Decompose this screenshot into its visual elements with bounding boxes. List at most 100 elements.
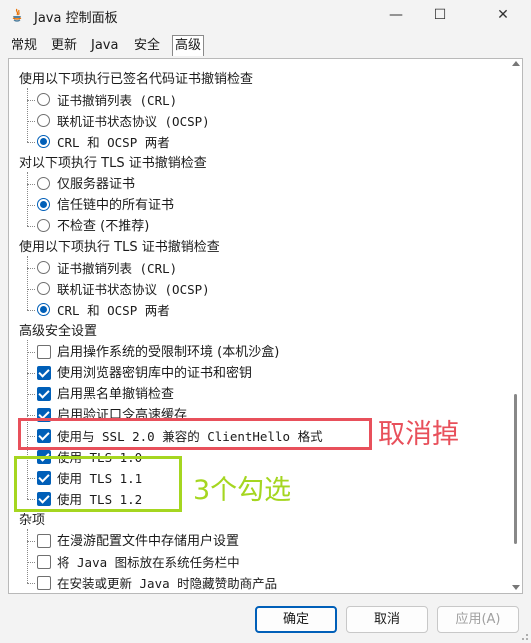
annotation-remove-text: 取消掉 xyxy=(378,419,459,450)
tree-connector xyxy=(27,352,35,353)
annotation-three-checked-text: 3个勾选 xyxy=(193,475,292,506)
group-header-label: 杂项 xyxy=(19,513,46,528)
checkbox[interactable] xyxy=(37,576,51,590)
annotation-green-box xyxy=(14,456,182,512)
cancel-button[interactable]: 取消 xyxy=(346,606,428,633)
tree-connector xyxy=(27,394,35,395)
apply-button[interactable]: 应用(A) xyxy=(437,606,519,633)
group-header: 杂项 xyxy=(9,510,509,531)
radio-option[interactable]: CRL 和 OCSP 两者 xyxy=(9,300,509,321)
tab-general[interactable]: 常规 xyxy=(11,36,37,56)
scroll-up-arrow-icon[interactable] xyxy=(512,61,520,66)
radio-option[interactable]: CRL 和 OCSP 两者 xyxy=(9,132,509,153)
option-label: 证书撤销列表 (CRL) xyxy=(57,93,178,108)
tree-connector xyxy=(27,415,35,416)
radio-button[interactable] xyxy=(37,177,50,190)
radio-button[interactable] xyxy=(37,198,50,211)
radio-button[interactable] xyxy=(37,219,50,232)
close-icon[interactable]: ✕ xyxy=(493,5,513,25)
option-label: 联机证书状态协议 (OCSP) xyxy=(57,282,210,297)
tree-connector xyxy=(27,100,35,101)
tree-connector xyxy=(27,142,35,143)
radio-button[interactable] xyxy=(37,135,50,148)
group-header-label: 使用以下项执行 TLS 证书撤销检查 xyxy=(19,240,220,255)
option-label: 证书撤销列表 (CRL) xyxy=(57,261,178,276)
radio-option[interactable]: 不检查 (不推荐) xyxy=(9,216,509,237)
tree-connector xyxy=(27,583,35,584)
tree-connector xyxy=(27,268,35,269)
option-label: CRL 和 OCSP 两者 xyxy=(57,303,170,318)
option-label: 在安装或更新 Java 时隐藏赞助商产品 xyxy=(57,576,278,591)
checkbox-option[interactable]: 使用浏览器密钥库中的证书和密钥 xyxy=(9,363,509,384)
radio-option[interactable]: 信任链中的所有证书 xyxy=(9,195,509,216)
tab-bar: 常规 更新 Java 安全 高级 xyxy=(0,35,531,58)
tree-connector xyxy=(27,289,35,290)
option-label: 不检查 (不推荐) xyxy=(57,219,150,234)
group-header: 使用以下项执行 TLS 证书撤销检查 xyxy=(9,237,509,258)
option-label: 仅服务器证书 xyxy=(57,177,136,192)
resize-grip-icon[interactable] xyxy=(519,631,529,641)
option-label: 将 Java 图标放在系统任务栏中 xyxy=(57,555,240,570)
tab-security[interactable]: 安全 xyxy=(134,36,160,56)
tree-guide-line xyxy=(27,172,28,226)
tab-update[interactable]: 更新 xyxy=(51,36,77,56)
title-bar: Java 控制面板 — ☐ ✕ xyxy=(0,0,531,30)
checkbox[interactable] xyxy=(37,345,51,359)
option-label: 启用操作系统的受限制环境 (本机沙盒) xyxy=(57,345,280,360)
group-header: 高级安全设置 xyxy=(9,321,509,342)
radio-button[interactable] xyxy=(37,303,50,316)
group-header-label: 对以下项执行 TLS 证书撤销检查 xyxy=(19,156,207,171)
radio-button[interactable] xyxy=(37,114,50,127)
tree-connector xyxy=(27,226,35,227)
java-logo-icon xyxy=(12,8,22,22)
radio-button[interactable] xyxy=(37,261,50,274)
group-header-label: 使用以下项执行已签名代码证书撤销检查 xyxy=(19,72,254,87)
tree-connector xyxy=(27,310,35,311)
tree-connector xyxy=(27,541,35,542)
vertical-scrollbar[interactable] xyxy=(511,59,521,593)
advanced-settings-panel: 使用以下项执行已签名代码证书撤销检查证书撤销列表 (CRL) 联机证书状态协议 (… xyxy=(8,58,523,594)
option-label: 信任链中的所有证书 xyxy=(57,198,175,213)
checkbox-option[interactable]: 启用操作系统的受限制环境 (本机沙盒) xyxy=(9,342,509,363)
window-title: Java 控制面板 xyxy=(34,11,118,26)
annotation-red-box xyxy=(18,418,372,450)
radio-option[interactable]: 仅服务器证书 xyxy=(9,174,509,195)
option-label: 联机证书状态协议 (OCSP) xyxy=(57,114,210,129)
option-label: CRL 和 OCSP 两者 xyxy=(57,135,170,150)
tree-connector xyxy=(27,373,35,374)
checkbox-option[interactable]: 启用黑名单撤销检查 xyxy=(9,384,509,405)
radio-button[interactable] xyxy=(37,282,50,295)
tree-guide-line xyxy=(27,256,28,310)
radio-option[interactable]: 联机证书状态协议 (OCSP) xyxy=(9,111,509,132)
radio-button[interactable] xyxy=(37,93,50,106)
option-label: 启用黑名单撤销检查 xyxy=(57,387,175,402)
settings-tree[interactable]: 使用以下项执行已签名代码证书撤销检查证书撤销列表 (CRL) 联机证书状态协议 (… xyxy=(9,59,509,593)
maximize-icon[interactable]: ☐ xyxy=(430,5,450,25)
radio-option[interactable]: 联机证书状态协议 (OCSP) xyxy=(9,279,509,300)
checkbox[interactable] xyxy=(37,366,51,380)
checkbox-option[interactable]: 将 Java 图标放在系统任务栏中 xyxy=(9,552,509,573)
tree-connector xyxy=(27,184,35,185)
tab-advanced[interactable]: 高级 xyxy=(172,35,205,56)
group-header: 对以下项执行 TLS 证书撤销检查 xyxy=(9,153,509,174)
tree-connector xyxy=(27,205,35,206)
group-header: 使用以下项执行已签名代码证书撤销检查 xyxy=(9,69,509,90)
radio-option[interactable]: 证书撤销列表 (CRL) xyxy=(9,90,509,111)
checkbox[interactable] xyxy=(37,534,51,548)
scroll-down-arrow-icon[interactable] xyxy=(512,585,520,590)
tree-connector xyxy=(27,121,35,122)
tree-guide-line xyxy=(27,529,28,583)
checkbox[interactable] xyxy=(37,555,51,569)
radio-option[interactable]: 证书撤销列表 (CRL) xyxy=(9,258,509,279)
tree-connector xyxy=(27,562,35,563)
tree-guide-line xyxy=(27,88,28,142)
tab-java[interactable]: Java xyxy=(91,36,118,56)
ok-button[interactable]: 确定 xyxy=(255,606,337,633)
option-label: 使用浏览器密钥库中的证书和密钥 xyxy=(57,366,253,381)
scrollbar-thumb[interactable] xyxy=(514,394,517,544)
checkbox-option[interactable]: 在安装或更新 Java 时隐藏赞助商产品 xyxy=(9,573,509,593)
group-header-label: 高级安全设置 xyxy=(19,324,98,339)
minimize-icon[interactable]: — xyxy=(386,5,406,25)
checkbox-option[interactable]: 在漫游配置文件中存储用户设置 xyxy=(9,531,509,552)
checkbox[interactable] xyxy=(37,387,51,401)
